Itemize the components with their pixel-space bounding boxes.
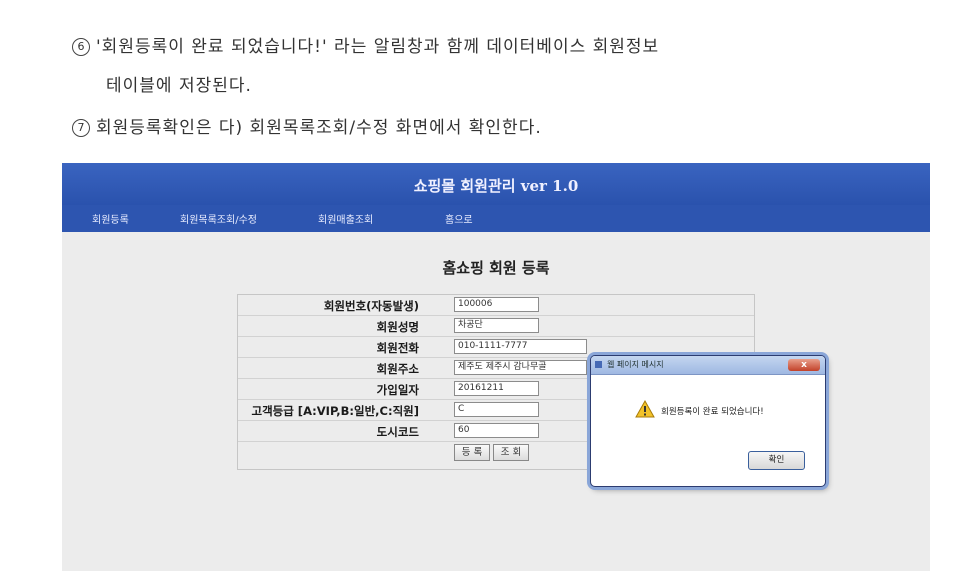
name-label: 회원성명 bbox=[376, 320, 419, 334]
member-id-field[interactable]: 100006 bbox=[454, 297, 539, 312]
step6-text: '회원등록이 완료 되었습니다!' 라는 알림창과 함께 데이터베이스 회원정보 bbox=[96, 37, 660, 57]
dialog-title: 웹 페이지 메시지 bbox=[607, 360, 664, 369]
close-button[interactable]: x bbox=[788, 359, 820, 371]
step7-line: 7 회원등록확인은 다) 회원목록조회/수정 화면에서 확인한다. bbox=[72, 113, 542, 138]
nav-item-register[interactable]: 회원등록 bbox=[92, 211, 129, 226]
grade-label: 고객등급 [A:VIP,B:일반,C:직원] bbox=[251, 404, 419, 418]
step6-line1: 6 '회원등록이 완료 되었습니다!' 라는 알림창과 함께 데이터베이스 회원정… bbox=[72, 32, 659, 57]
address-field[interactable]: 제주도 제주시 감나무골 bbox=[454, 360, 587, 375]
city-code-label: 도시코드 bbox=[376, 425, 419, 439]
register-button[interactable]: 등 록 bbox=[454, 444, 490, 461]
page-title: 홈쇼핑 회원 등록 bbox=[442, 259, 550, 277]
member-id-label: 회원번호(자동발생) bbox=[323, 299, 419, 313]
app-title: 쇼핑몰 회원관리 ver 1.0 bbox=[413, 177, 579, 195]
dialog-titlebar[interactable]: 웹 페이지 메시지 x bbox=[591, 356, 825, 375]
nav-bar: 회원등록 회원목록조회/수정 회원매출조회 홈으로 bbox=[62, 205, 930, 232]
step6-number: 6 bbox=[72, 38, 90, 56]
address-label: 회원주소 bbox=[376, 362, 419, 376]
phone-label: 회원전화 bbox=[376, 341, 419, 355]
step6-line2: 테이블에 저장된다. bbox=[106, 76, 252, 96]
name-field[interactable]: 차공단 bbox=[454, 318, 539, 333]
grade-field[interactable]: C bbox=[454, 402, 539, 417]
form-row-member-id: 회원번호(자동발생) 100006 bbox=[238, 295, 754, 316]
nav-item-member-list[interactable]: 회원목록조회/수정 bbox=[180, 211, 257, 226]
alert-dialog: 웹 페이지 메시지 x 회원등록이 완료 되었습니다! 확인 bbox=[590, 355, 826, 487]
form-row-name: 회원성명 차공단 bbox=[238, 316, 754, 337]
app-header: 쇼핑몰 회원관리 ver 1.0 bbox=[62, 163, 930, 205]
step7-number: 7 bbox=[72, 119, 90, 137]
screenshot-figure: 쇼핑몰 회원관리 ver 1.0 회원등록 회원목록조회/수정 회원매출조회 홈… bbox=[62, 163, 930, 571]
city-code-field[interactable]: 60 bbox=[454, 423, 539, 438]
window-icon bbox=[595, 361, 602, 368]
ok-button[interactable]: 확인 bbox=[748, 451, 805, 470]
step7-text: 회원등록확인은 다) 회원목록조회/수정 화면에서 확인한다. bbox=[96, 118, 542, 138]
join-date-label: 가입일자 bbox=[376, 383, 419, 397]
lookup-button[interactable]: 조 회 bbox=[493, 444, 529, 461]
dialog-message: 회원등록이 완료 되었습니다! bbox=[661, 407, 764, 417]
nav-item-sales[interactable]: 회원매출조회 bbox=[318, 211, 373, 226]
nav-item-home[interactable]: 홈으로 bbox=[445, 211, 473, 226]
phone-field[interactable]: 010-1111-7777 bbox=[454, 339, 587, 354]
warning-icon bbox=[635, 400, 655, 418]
join-date-field[interactable]: 20161211 bbox=[454, 381, 539, 396]
